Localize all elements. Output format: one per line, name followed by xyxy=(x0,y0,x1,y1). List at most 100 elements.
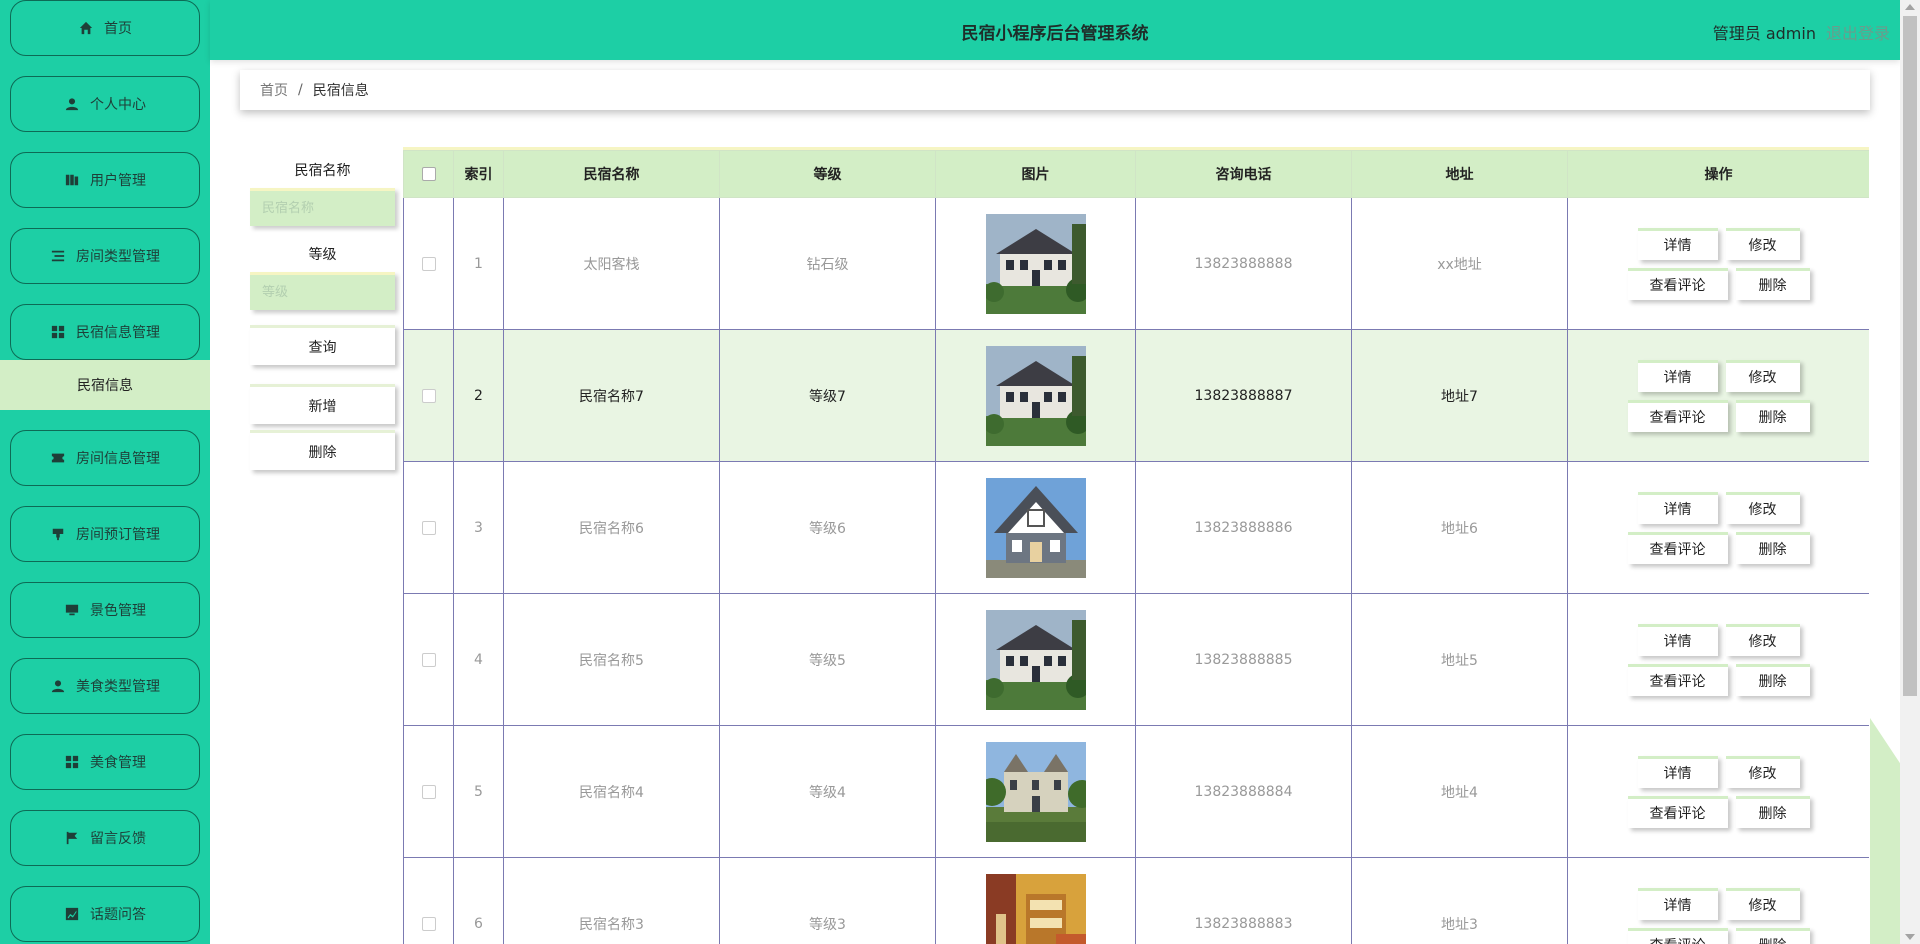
select-all-cell[interactable] xyxy=(403,150,454,198)
sidebar-item-feedback[interactable]: 留言反馈 xyxy=(10,810,200,866)
row-select-cell[interactable] xyxy=(403,593,454,726)
sidebar-subitem-homestay-info[interactable]: 民宿信息 xyxy=(0,360,210,410)
cell-index: 1 xyxy=(453,197,504,330)
cell-actions: 详情 修改 查看评论 删除 xyxy=(1567,593,1869,726)
homestay-table: 索引 民宿名称 等级 图片 咨询电话 地址 操作 1 太阳客栈 钻石级 1382… xyxy=(403,147,1869,944)
row-select-cell[interactable] xyxy=(403,329,454,462)
delete-button[interactable]: 删除 xyxy=(1735,795,1810,828)
sidebar-item-room-info-management[interactable]: 房间信息管理 xyxy=(10,430,200,486)
row-checkbox[interactable] xyxy=(421,256,436,271)
cell-phone: 13823888885 xyxy=(1135,593,1352,726)
row-select-cell[interactable] xyxy=(403,857,454,944)
view-comments-button[interactable]: 查看评论 xyxy=(1627,927,1728,944)
edit-button[interactable]: 修改 xyxy=(1725,887,1800,920)
row-select-cell[interactable] xyxy=(403,461,454,594)
delete-button[interactable]: 删除 xyxy=(1735,399,1810,432)
batch-delete-button[interactable]: 删除 xyxy=(250,430,395,470)
detail-button[interactable]: 详情 xyxy=(1637,359,1718,392)
flag-icon xyxy=(64,830,80,846)
delete-button[interactable]: 删除 xyxy=(1735,663,1810,696)
column-header-grade: 等级 xyxy=(719,150,936,198)
detail-button[interactable]: 详情 xyxy=(1637,227,1718,260)
scroll-up-arrow-icon[interactable] xyxy=(1905,4,1915,10)
edit-button[interactable]: 修改 xyxy=(1725,359,1800,392)
delete-button[interactable]: 删除 xyxy=(1735,927,1810,944)
page-scrollbar[interactable] xyxy=(1900,0,1920,944)
table-row: 1 太阳客栈 钻石级 13823888888 xx地址 详情 修改 查看评论 删… xyxy=(403,197,1869,330)
edit-button[interactable]: 修改 xyxy=(1725,755,1800,788)
column-header-image: 图片 xyxy=(935,150,1136,198)
row-checkbox[interactable] xyxy=(421,388,436,403)
row-checkbox[interactable] xyxy=(421,916,436,931)
sidebar-item-label: 话题问答 xyxy=(90,907,146,923)
detail-button[interactable]: 详情 xyxy=(1637,755,1718,788)
add-button[interactable]: 新增 xyxy=(250,384,395,424)
list-icon xyxy=(50,248,66,264)
sidebar-item-label: 房间类型管理 xyxy=(76,249,160,265)
sidebar-item-food-management[interactable]: 美食管理 xyxy=(10,734,200,790)
breadcrumb-home[interactable]: 首页 xyxy=(260,80,288,100)
cell-actions: 详情 修改 查看评论 删除 xyxy=(1567,329,1869,462)
user-icon xyxy=(50,678,66,694)
view-comments-button[interactable]: 查看评论 xyxy=(1627,267,1728,300)
select-all-checkbox[interactable] xyxy=(421,167,436,181)
query-button[interactable]: 查询 xyxy=(250,325,395,365)
cell-name: 民宿名称3 xyxy=(503,857,720,944)
homestay-thumbnail xyxy=(985,345,1086,446)
edit-button[interactable]: 修改 xyxy=(1725,491,1800,524)
view-comments-button[interactable]: 查看评论 xyxy=(1627,531,1728,564)
sidebar-item-topic-qa[interactable]: 话题问答 xyxy=(10,886,200,942)
column-header-actions: 操作 xyxy=(1567,150,1869,198)
name-label: 民宿名称 xyxy=(294,163,351,179)
logout-link[interactable]: 退出登录 xyxy=(1826,20,1890,44)
cell-address: 地址3 xyxy=(1351,857,1568,944)
cell-actions: 详情 修改 查看评论 删除 xyxy=(1567,197,1869,330)
sidebar-item-home[interactable]: 首页 xyxy=(10,0,200,56)
sidebar-item-scenery-management[interactable]: 景色管理 xyxy=(10,582,200,638)
sidebar-item-homestay-management[interactable]: 民宿信息管理 xyxy=(10,304,200,360)
grade-input[interactable] xyxy=(250,272,395,310)
view-comments-button[interactable]: 查看评论 xyxy=(1627,399,1728,432)
column-header-index: 索引 xyxy=(453,150,504,198)
sidebar-subitem-label: 民宿信息 xyxy=(77,378,133,394)
sidebar-item-room-booking-management[interactable]: 房间预订管理 xyxy=(10,506,200,562)
sidebar-item-label: 留言反馈 xyxy=(90,831,146,847)
table-row: 4 民宿名称5 等级5 13823888885 地址5 详情 修改 查看评论 删… xyxy=(403,593,1869,726)
scroll-down-arrow-icon[interactable] xyxy=(1905,934,1915,940)
detail-button[interactable]: 详情 xyxy=(1637,887,1718,920)
cell-image xyxy=(935,197,1136,330)
edit-button[interactable]: 修改 xyxy=(1725,227,1800,260)
row-checkbox[interactable] xyxy=(421,520,436,535)
table-row: 6 民宿名称3 等级3 13823888883 地址3 详情 修改 查看评论 删… xyxy=(403,857,1869,944)
cell-address: xx地址 xyxy=(1351,197,1568,330)
delete-button[interactable]: 删除 xyxy=(1735,267,1810,300)
column-header-phone: 咨询电话 xyxy=(1135,150,1352,198)
sidebar-item-food-type-management[interactable]: 美食类型管理 xyxy=(10,658,200,714)
cell-phone: 13823888883 xyxy=(1135,857,1352,944)
row-checkbox[interactable] xyxy=(421,784,436,799)
scrollbar-thumb[interactable] xyxy=(1903,16,1917,696)
sidebar-item-personal-center[interactable]: 个人中心 xyxy=(10,76,200,132)
sidebar-item-user-management[interactable]: 用户管理 xyxy=(10,152,200,208)
sidebar-item-label: 民宿信息管理 xyxy=(76,325,160,341)
delete-button[interactable]: 删除 xyxy=(1735,531,1810,564)
row-select-cell[interactable] xyxy=(403,197,454,330)
row-select-cell[interactable] xyxy=(403,725,454,858)
grid-icon xyxy=(64,754,80,770)
breadcrumb-current: 民宿信息 xyxy=(312,83,369,99)
decorative-shape xyxy=(1870,718,1900,944)
sidebar-item-room-type-management[interactable]: 房间类型管理 xyxy=(10,228,200,284)
homestay-thumbnail xyxy=(985,213,1086,314)
cell-index: 5 xyxy=(453,725,504,858)
detail-button[interactable]: 详情 xyxy=(1637,491,1718,524)
cell-grade: 等级5 xyxy=(719,593,936,726)
cell-image xyxy=(935,857,1136,944)
view-comments-button[interactable]: 查看评论 xyxy=(1627,795,1728,828)
name-input[interactable] xyxy=(250,188,395,226)
detail-button[interactable]: 详情 xyxy=(1637,623,1718,656)
view-comments-button[interactable]: 查看评论 xyxy=(1627,663,1728,696)
edit-button[interactable]: 修改 xyxy=(1725,623,1800,656)
table-row: 2 民宿名称7 等级7 13823888887 地址7 详情 修改 查看评论 删… xyxy=(403,329,1869,462)
cell-grade: 等级3 xyxy=(719,857,936,944)
row-checkbox[interactable] xyxy=(421,652,436,667)
